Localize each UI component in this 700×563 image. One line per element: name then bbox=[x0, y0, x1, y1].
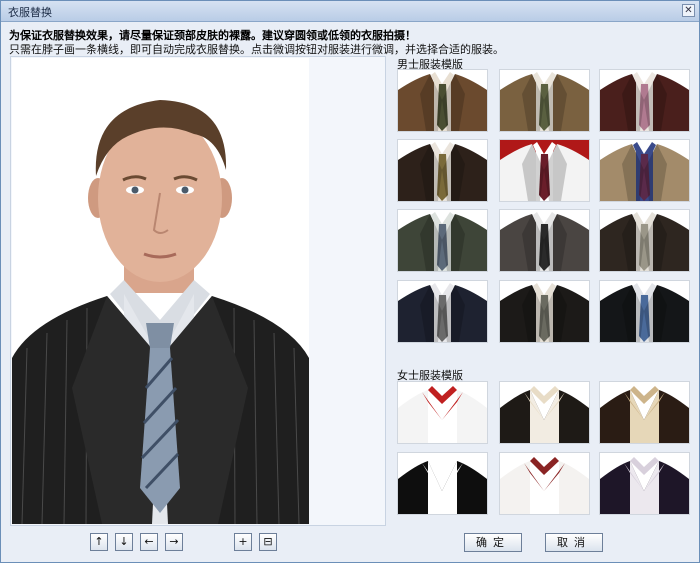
portrait-photo[interactable] bbox=[12, 58, 309, 524]
move-left-button[interactable]: ← bbox=[140, 533, 158, 551]
female-template-red-collar-blouse[interactable] bbox=[397, 381, 488, 444]
male-template-black-suit-blue-tie[interactable] bbox=[599, 280, 690, 343]
female-template-ruffle-brown-jacket[interactable] bbox=[599, 381, 690, 444]
female-template-purple-dark-suit[interactable] bbox=[599, 452, 690, 515]
male-template-dark-brown-suit-gold-tie[interactable] bbox=[397, 139, 488, 202]
title-bar[interactable]: 衣服替换 ✕ bbox=[1, 1, 699, 22]
female-template-white-collar-black-jacket[interactable] bbox=[397, 452, 488, 515]
male-template-dark-brown-suit-silver-tie[interactable] bbox=[599, 209, 690, 272]
male-template-black-suit-grey-tie[interactable] bbox=[499, 280, 590, 343]
photo-preview-panel bbox=[10, 56, 386, 526]
move-down-button[interactable]: ↓ bbox=[115, 533, 133, 551]
male-template-brown-suit-striped-tie[interactable] bbox=[397, 69, 488, 132]
zoom-in-button[interactable]: + bbox=[234, 533, 252, 551]
male-template-white-shirt-red-tie[interactable] bbox=[499, 139, 590, 202]
female-template-cream-collar-black-jacket[interactable] bbox=[499, 381, 590, 444]
notice-instruction-text: 只需在脖子画一条横线，即可自动完成衣服替换。点击微调按钮对服装进行微调，并选择合… bbox=[9, 43, 504, 56]
clothes-replace-dialog: 衣服替换 ✕ 为保证衣服替换效果，请尽量保证颈部皮肤的裸露。建议穿圆领或低领的衣… bbox=[0, 0, 700, 563]
fit-icon-button[interactable]: ⊟ bbox=[259, 533, 277, 551]
move-right-button[interactable]: → bbox=[165, 533, 183, 551]
female-template-floral-scarf-blouse[interactable] bbox=[499, 452, 590, 515]
male-template-navy-suit-check-tie[interactable] bbox=[397, 280, 488, 343]
move-up-button[interactable]: ↑ bbox=[90, 533, 108, 551]
male-template-beige-suit-blue-shirt[interactable] bbox=[599, 139, 690, 202]
male-template-maroon-suit-pink-tie[interactable] bbox=[599, 69, 690, 132]
male-template-charcoal-tweed-suit[interactable] bbox=[499, 209, 590, 272]
male-template-grey-green-suit[interactable] bbox=[397, 209, 488, 272]
cancel-button[interactable]: 取消 bbox=[545, 533, 603, 552]
close-button[interactable]: ✕ bbox=[682, 4, 695, 17]
confirm-button[interactable]: 确定 bbox=[464, 533, 522, 552]
male-template-tan-suit-olive-tie[interactable] bbox=[499, 69, 590, 132]
window-title: 衣服替换 bbox=[8, 6, 52, 19]
